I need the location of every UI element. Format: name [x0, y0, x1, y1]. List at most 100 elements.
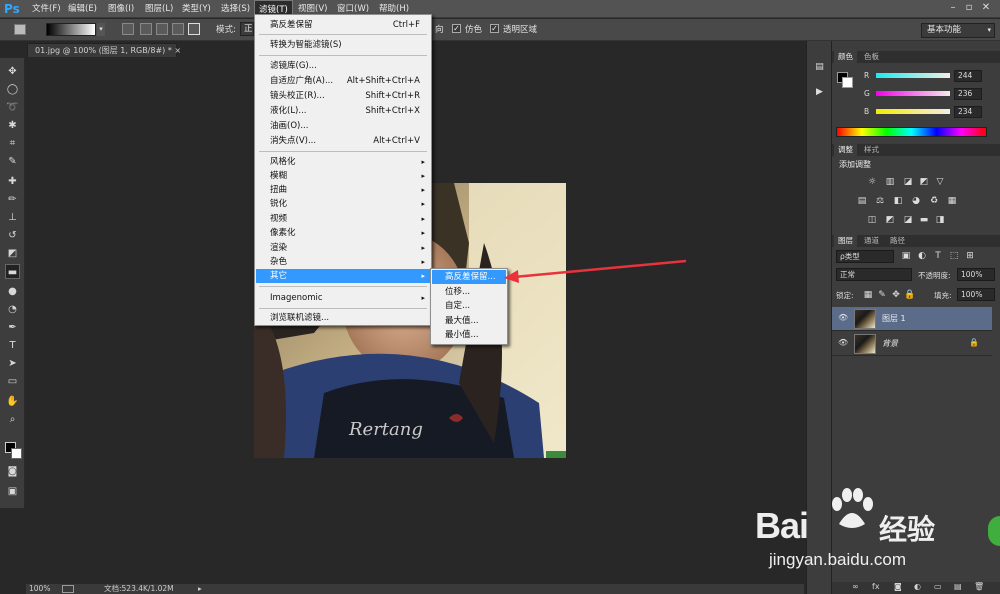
curves-icon[interactable]: ◪ [902, 176, 914, 188]
add-mask-icon[interactable]: ◙ [894, 582, 902, 591]
eraser-tool-icon[interactable]: ◩ [5, 246, 20, 261]
menu-item-oil-paint[interactable]: 油画(O)... [256, 119, 430, 133]
zoom-level[interactable]: 100% [29, 584, 50, 594]
minimize-icon[interactable]: – [947, 2, 959, 14]
menu-edit[interactable]: 编辑(E) [64, 0, 101, 18]
menu-item-adaptive-wide-angle[interactable]: 自适应广角(A)... Alt+Shift+Ctrl+A [256, 74, 430, 88]
chevron-right-icon[interactable]: ▸ [198, 584, 202, 594]
shape-tool-icon[interactable]: ▭ [5, 374, 20, 389]
pen-tool-icon[interactable]: ✒ [5, 320, 20, 335]
zoom-tool-icon[interactable]: ⌕ [5, 412, 20, 427]
new-layer-icon[interactable]: ▤ [954, 582, 962, 591]
background-color-swatch[interactable] [842, 77, 853, 88]
quick-mask-icon[interactable]: ◙ [5, 464, 20, 479]
tab-adjustments[interactable]: 调整 [834, 144, 857, 156]
menu-item-filter-gallery[interactable]: 滤镜库(G)... [256, 59, 430, 73]
clone-stamp-icon[interactable]: ⊥ [5, 210, 20, 225]
filter-pixel-icon[interactable]: ▣ [900, 250, 912, 262]
red-value[interactable]: 244 [954, 70, 982, 82]
red-slider[interactable] [876, 73, 950, 78]
menu-type[interactable]: 类型(Y) [178, 0, 215, 18]
lasso-tool-icon[interactable]: ➰ [5, 100, 20, 115]
type-tool-icon[interactable]: T [5, 338, 20, 353]
photo-filter-icon[interactable]: ◕ [910, 195, 922, 207]
menu-layer[interactable]: 图层(L) [141, 0, 177, 18]
opacity-input[interactable]: 100% [957, 268, 995, 281]
menu-item-other[interactable]: 其它 ▸ [256, 269, 430, 283]
submenu-item-high-pass[interactable]: 高反差保留... [432, 270, 506, 284]
menu-item-render[interactable]: 渲染 ▸ [256, 241, 430, 255]
diamond-gradient-icon[interactable] [188, 23, 200, 35]
document-tab[interactable]: 01.jpg @ 100% (图层 1, RGB/8#) * × [27, 43, 181, 57]
lock-position-icon[interactable]: ✥ [890, 289, 902, 301]
menu-item-noise[interactable]: 杂色 ▸ [256, 255, 430, 269]
eyedropper-icon[interactable]: ✎ [5, 154, 20, 169]
blue-slider[interactable] [876, 109, 950, 114]
gradient-map-icon[interactable]: ▬ [918, 214, 930, 226]
tab-paths[interactable]: 路径 [886, 235, 909, 247]
submenu-item-maximum[interactable]: 最大值... [432, 314, 506, 328]
history-panel-icon[interactable]: ▤ [813, 61, 826, 74]
move-tool-icon[interactable]: ✥ [5, 64, 20, 79]
filter-type-icon[interactable]: T [932, 250, 944, 262]
submenu-item-offset[interactable]: 位移... [432, 285, 506, 299]
menu-item-smart-filter[interactable]: 转换为智能滤镜(S) [256, 38, 430, 52]
close-icon[interactable]: ✕ [980, 2, 992, 14]
color-spectrum-bar[interactable] [836, 127, 987, 137]
menu-item-pixelate[interactable]: 像素化 ▸ [256, 226, 430, 240]
radial-gradient-icon[interactable] [140, 23, 152, 35]
threshold-icon[interactable]: ◪ [902, 214, 914, 226]
layer-kind-filter[interactable]: ρ类型 [836, 250, 894, 263]
gradient-tool-icon[interactable]: ▬ [5, 264, 20, 279]
side-float-button[interactable] [988, 516, 1000, 546]
menu-image[interactable]: 图像(I) [104, 0, 138, 18]
brush-tool-icon[interactable]: ✏ [5, 192, 20, 207]
layer-row-background[interactable]: 👁 背景 🔒 [832, 332, 992, 356]
marquee-tool-icon[interactable]: ◯ [5, 82, 20, 97]
history-brush-icon[interactable]: ↺ [5, 228, 20, 243]
magic-wand-icon[interactable]: ✱ [5, 118, 20, 133]
black-white-icon[interactable]: ◧ [892, 195, 904, 207]
tab-layers[interactable]: 图层 [834, 235, 857, 247]
selective-color-icon[interactable]: ◨ [934, 214, 946, 226]
healing-brush-icon[interactable]: ✚ [5, 174, 20, 189]
brightness-icon[interactable]: ☼ [866, 176, 878, 188]
fx-icon[interactable]: fx [872, 582, 880, 591]
menu-select[interactable]: 选择(S) [217, 0, 254, 18]
path-selection-icon[interactable]: ➤ [5, 356, 20, 371]
export-icon[interactable] [62, 585, 74, 593]
tab-styles[interactable]: 样式 [860, 144, 883, 156]
menu-item-blur[interactable]: 模糊 ▸ [256, 169, 430, 183]
gradient-preview[interactable] [46, 23, 96, 36]
linear-gradient-icon[interactable] [122, 23, 134, 35]
menu-item-liquify[interactable]: 液化(L)... Shift+Ctrl+X [256, 104, 430, 118]
tab-color[interactable]: 颜色 [834, 51, 857, 63]
levels-icon[interactable]: ▥ [884, 176, 896, 188]
workspace-select[interactable]: 基本功能 ▾ [921, 23, 995, 38]
filter-smart-object-icon[interactable]: ⊞ [964, 250, 976, 262]
menu-file[interactable]: 文件(F) [28, 0, 65, 18]
actions-panel-icon[interactable]: ▶ [813, 86, 826, 99]
crop-tool-icon[interactable]: ⌗ [5, 136, 20, 151]
lock-transparent-icon[interactable]: ▦ [862, 289, 874, 301]
menu-item-distort[interactable]: 扭曲 ▸ [256, 183, 430, 197]
eye-icon[interactable]: 👁 [838, 313, 848, 323]
blue-value[interactable]: 234 [954, 106, 982, 118]
new-group-icon[interactable]: ▭ [934, 582, 942, 591]
submenu-item-minimum[interactable]: 最小值... [432, 328, 506, 342]
dither-checkbox[interactable]: ✓ [452, 24, 461, 33]
blur-tool-icon[interactable]: ● [5, 284, 20, 299]
menu-item-stylize[interactable]: 风格化 ▸ [256, 155, 430, 169]
exposure-icon[interactable]: ◩ [918, 176, 930, 188]
color-balance-icon[interactable]: ⚖ [874, 195, 886, 207]
eye-icon[interactable]: 👁 [838, 338, 848, 348]
menu-item-vanishing-point[interactable]: 消失点(V)... Alt+Ctrl+V [256, 134, 430, 148]
link-layers-icon[interactable]: ∞ [852, 582, 859, 591]
tab-channels[interactable]: 通道 [860, 235, 883, 247]
close-tab-icon[interactable]: × [174, 46, 181, 55]
menu-item-sharpen[interactable]: 锐化 ▸ [256, 197, 430, 211]
screen-mode-icon[interactable]: ▣ [5, 484, 20, 499]
posterize-icon[interactable]: ◩ [884, 214, 896, 226]
menu-item-last-filter[interactable]: 高反差保留 Ctrl+F [256, 18, 430, 32]
lock-pixels-icon[interactable]: ✎ [876, 289, 888, 301]
